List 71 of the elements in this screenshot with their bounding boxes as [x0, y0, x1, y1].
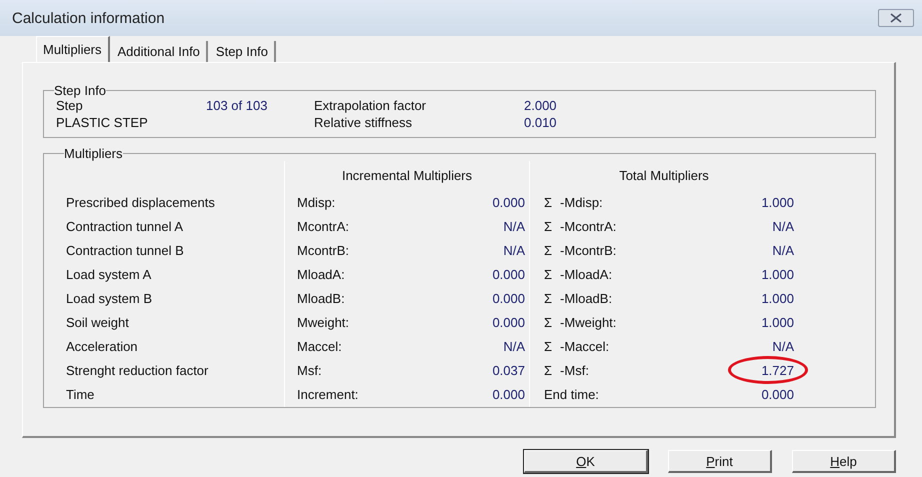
row-label: Load system A: [66, 266, 152, 284]
row-label: Acceleration: [66, 338, 139, 356]
multiplier-label: -Mdisp:: [560, 194, 603, 212]
sigma-symbol: Σ: [544, 266, 552, 284]
field-label: Extrapolation factor: [314, 98, 428, 113]
multiplier-label: -McontrA:: [560, 218, 616, 236]
multiplier-value: 1.000: [761, 315, 794, 330]
multiplier-label: MloadA:: [296, 266, 346, 284]
sigma-symbol: Σ: [544, 194, 552, 212]
phase-label: PLASTIC STEP: [56, 115, 149, 130]
dialog-button[interactable]: OK: [524, 450, 648, 473]
multiplier-value: 1.000: [761, 291, 794, 306]
multiplier-value: 0.000: [491, 194, 526, 212]
multiplier-label: Mdisp:: [296, 194, 336, 212]
multiplier-label: -Maccel:: [560, 338, 610, 356]
multiplier-value: N/A: [502, 242, 526, 260]
row-label: Contraction tunnel A: [66, 218, 184, 236]
multiplier-value: 0.037: [491, 362, 526, 380]
sigma-symbol: Σ: [544, 362, 552, 380]
multiplier-value: 1.000: [761, 267, 794, 282]
row-label: Load system B: [66, 290, 153, 308]
multiplier-value: 0.000: [491, 266, 526, 284]
field-value: 0.010: [524, 115, 558, 130]
multiplier-label: Increment:: [296, 386, 360, 404]
multiplier-value: 1.000: [761, 195, 794, 210]
dialog-button[interactable]: Help: [792, 450, 896, 473]
sigma-symbol: Σ: [544, 314, 552, 332]
field-value: 103 of 103: [206, 98, 268, 113]
sigma-symbol: Σ: [544, 242, 552, 260]
close-button[interactable]: [878, 9, 914, 27]
tab[interactable]: Multipliers: [36, 36, 110, 62]
dialog-button[interactable]: Print: [668, 450, 772, 473]
multiplier-value: N/A: [502, 338, 526, 356]
close-icon: [890, 13, 902, 23]
multiplier-label: McontrB:: [296, 242, 350, 260]
multiplier-label: McontrA:: [296, 218, 350, 236]
sigma-symbol: Σ: [544, 218, 552, 236]
group-title: Multipliers: [64, 146, 123, 161]
multiplier-value: N/A: [772, 243, 794, 258]
multiplier-label: Maccel:: [296, 338, 343, 356]
multiplier-value: 0.000: [761, 387, 794, 402]
field-label: Step: [56, 98, 84, 113]
row-label: Time: [66, 386, 96, 404]
row-label: Soil weight: [66, 314, 130, 332]
multiplier-label: MloadB:: [296, 290, 346, 308]
sigma-symbol: Σ: [544, 290, 552, 308]
multiplier-value: 0.000: [491, 314, 526, 332]
row-label: Strenght reduction factor: [66, 362, 210, 380]
row-label: Prescribed displacements: [66, 194, 216, 212]
multiplier-label: End time:: [544, 386, 599, 404]
multiplier-value: N/A: [772, 219, 794, 234]
multiplier-label: Mweight:: [296, 314, 350, 332]
field-label: Relative stiffness: [314, 115, 414, 130]
sigma-symbol: Σ: [544, 338, 552, 356]
multiplier-label: -McontrB:: [560, 242, 616, 260]
column-heading: Incremental Multipliers: [340, 167, 474, 185]
row-label: Contraction tunnel B: [66, 242, 185, 260]
column-heading: Total Multipliers: [618, 167, 710, 185]
multiplier-label: -MloadB:: [560, 290, 612, 308]
field-value: 2.000: [524, 98, 558, 113]
window-title: Calculation information: [12, 10, 165, 26]
multiplier-label: -Msf:: [560, 362, 589, 380]
multiplier-value: N/A: [772, 339, 794, 354]
multiplier-label: Msf:: [296, 362, 323, 380]
group-title: Step Info: [54, 83, 106, 98]
multiplier-label: -MloadA:: [560, 266, 612, 284]
multiplier-value: N/A: [502, 218, 526, 236]
multiplier-value: 0.000: [491, 290, 526, 308]
multiplier-value: 1.727: [761, 363, 794, 378]
multiplier-label: -Mweight:: [560, 314, 616, 332]
multiplier-value: 0.000: [491, 386, 526, 404]
